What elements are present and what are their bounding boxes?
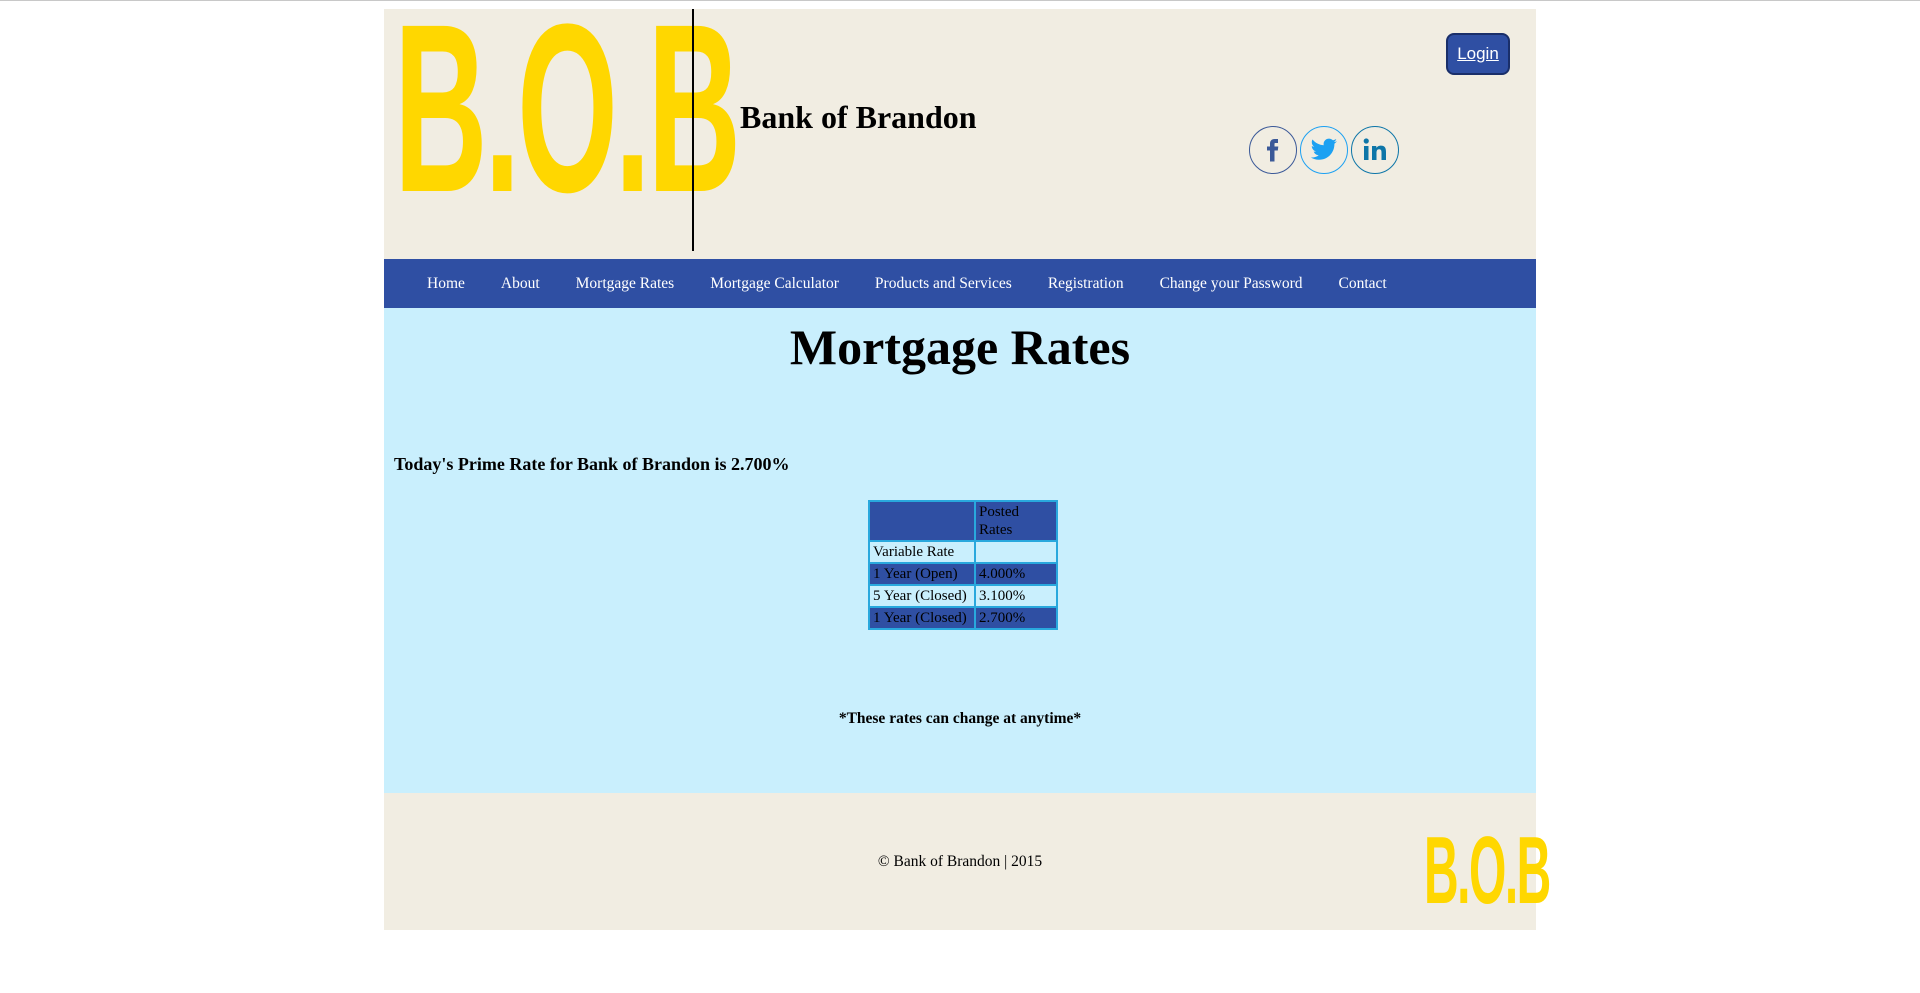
nav-home[interactable]: Home xyxy=(409,275,483,293)
main-nav: Home About Mortgage Rates Mortgage Calcu… xyxy=(384,259,1536,308)
page-container: B.O.B Bank of Brandon Login Home About M… xyxy=(384,0,1551,930)
prime-rate-text: Today's Prime Rate for Bank of Brandon i… xyxy=(394,454,790,474)
nav-mortgage-calculator[interactable]: Mortgage Calculator xyxy=(692,275,857,293)
nav-about[interactable]: About xyxy=(483,275,558,293)
table-row: 1 Year (Open) 4.000% xyxy=(868,562,1058,586)
browser-top-border xyxy=(0,0,1920,1)
twitter-icon[interactable] xyxy=(1300,126,1348,174)
table-header-cell: Posted Rates xyxy=(974,500,1058,542)
facebook-icon[interactable] xyxy=(1249,126,1297,174)
table-row: Variable Rate xyxy=(868,540,1058,564)
footer-copyright: © Bank of Brandon | 2015 xyxy=(877,853,1043,870)
page-title: Mortgage Rates xyxy=(789,319,1131,375)
table-row: 5 Year (Closed) 3.100% xyxy=(868,584,1058,608)
bob-logo: B.O.B xyxy=(394,0,741,242)
rate-term-cell: 1 Year (Open) xyxy=(868,562,976,586)
site-header: B.O.B Bank of Brandon Login xyxy=(384,0,1536,259)
rates-table: Posted Rates Variable Rate 1 Year (Open)… xyxy=(868,500,1058,630)
rate-term-cell: 5 Year (Closed) xyxy=(868,584,976,608)
rates-disclaimer: *These rates can change at anytime* xyxy=(838,710,1082,727)
nav-registration[interactable]: Registration xyxy=(1030,275,1142,293)
table-row: 1 Year (Closed) 2.700% xyxy=(868,606,1058,630)
table-header-row: Posted Rates xyxy=(868,500,1058,542)
nav-mortgage-rates[interactable]: Mortgage Rates xyxy=(558,275,693,293)
rate-value-cell: 3.100% xyxy=(974,584,1058,608)
site-title: Bank of Brandon xyxy=(740,99,977,135)
rate-value-cell: 4.000% xyxy=(974,562,1058,586)
nav-change-password[interactable]: Change your Password xyxy=(1142,275,1321,293)
linkedin-icon[interactable] xyxy=(1351,126,1399,174)
footer-logo: B.O.B xyxy=(1424,817,1551,924)
social-links xyxy=(1249,126,1399,174)
rate-value-cell xyxy=(974,540,1058,564)
rate-term-cell: Variable Rate xyxy=(868,540,976,564)
main-content: Mortgage Rates Today's Prime Rate for Ba… xyxy=(384,308,1536,793)
rate-value-cell: 2.700% xyxy=(974,606,1058,630)
header-divider xyxy=(692,9,694,251)
table-header-cell xyxy=(868,500,976,542)
nav-products-and-services[interactable]: Products and Services xyxy=(857,275,1030,293)
rate-term-cell: 1 Year (Closed) xyxy=(868,606,976,630)
nav-contact[interactable]: Contact xyxy=(1321,275,1405,293)
login-button[interactable]: Login xyxy=(1446,33,1510,75)
